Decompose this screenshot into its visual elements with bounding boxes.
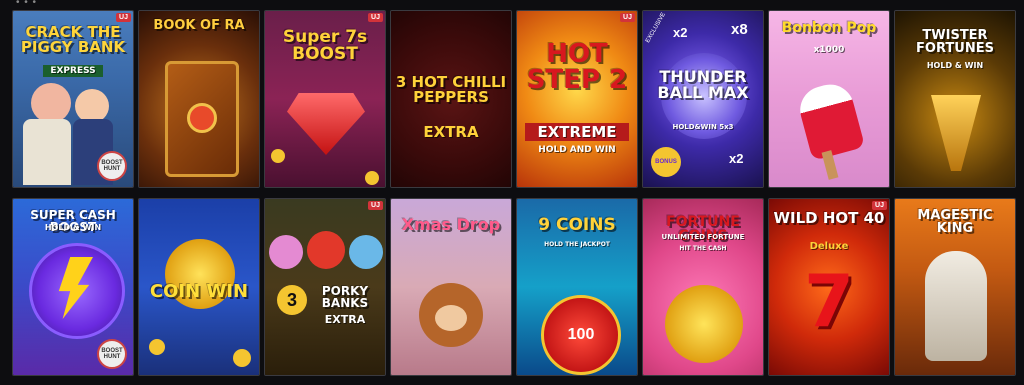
game-title: Xmas Drop xyxy=(401,215,501,234)
game-tile-twister-fortunes[interactable]: TWISTER FORTUNES HOLD & WIN xyxy=(894,10,1016,188)
game-title: HOT STEP 2 xyxy=(526,39,628,95)
bonus-coin: BONUS xyxy=(651,147,681,177)
game-tile-3-porky-banks[interactable]: 3 PORKY BANKS EXTRA UJ xyxy=(264,198,386,376)
boost-hunt-logo: BOOST HUNT xyxy=(97,151,127,181)
game-title: THUNDER BALL MAX xyxy=(657,67,749,102)
uj-badge: UJ xyxy=(116,13,131,22)
game-title: COIN WIN xyxy=(149,281,249,302)
game-tile-coin-win[interactable]: COIN WIN xyxy=(138,198,260,376)
game-tile-bonbon-pop[interactable]: Bonbon Pop x1000 xyxy=(768,10,890,188)
game-tile-thunder-ball-max[interactable]: EXCLUSIVE x2 x8 x2 THUNDER BALL MAX HOLD… xyxy=(642,10,764,188)
game-subtitle: x1000 xyxy=(813,45,845,55)
game-tile-crack-the-piggy-bank[interactable]: CRACK THE PIGGY BANK EXPRESS BOOST HUNT … xyxy=(12,10,134,188)
game-subtitle: HOLD & WIN xyxy=(44,223,102,232)
game-title: 9 COINS xyxy=(538,215,616,235)
game-tile-super-cash-boost[interactable]: SUPER CASH BOOST HOLD & WIN BOOST HUNT xyxy=(12,198,134,376)
game-subtitle: EXTREME xyxy=(525,123,629,141)
jackpot-coin: 100 xyxy=(541,295,621,375)
uj-badge: UJ xyxy=(620,13,635,22)
game-tile-3-hot-chilli-peppers[interactable]: 3 HOT CHILLI PEPPERS EXTRA xyxy=(390,10,512,188)
boost-hunt-logo: BOOST HUNT xyxy=(97,339,127,369)
game-title: TWISTER FORTUNES xyxy=(916,28,994,56)
game-title: Super 7s BOOST xyxy=(282,27,368,64)
game-tile-fortune-coins[interactable]: FORTUNE COINS UNLIMITED FORTUNE HIT THE … xyxy=(642,198,764,376)
game-title: CRACK THE PIGGY BANK xyxy=(20,23,126,56)
game-tile-book-of-ra[interactable]: BOOK OF RA xyxy=(138,10,260,188)
game-title: BOOK OF RA xyxy=(153,18,245,33)
game-subtitle: EXTRA xyxy=(324,313,366,326)
game-grid: CRACK THE PIGGY BANK EXPRESS BOOST HUNT … xyxy=(12,10,1016,376)
game-subtitle: HOLD THE JACKPOT xyxy=(544,241,610,248)
game-tile-wild-hot-40-deluxe[interactable]: WILD HOT 40 Deluxe 7 UJ xyxy=(768,198,890,376)
multiplier-label: x2 xyxy=(673,25,688,40)
game-tagline: HOLD AND WIN xyxy=(538,145,616,155)
game-title: Bonbon Pop xyxy=(781,20,877,36)
game-subtitle: EXTRA xyxy=(423,123,479,141)
multiplier-label: x2 xyxy=(729,151,744,166)
uj-badge: UJ xyxy=(368,13,383,22)
game-subtitle: UNLIMITED FORTUNE xyxy=(661,233,745,241)
game-title: WILD HOT 40 xyxy=(773,209,885,227)
game-title: 3 HOT CHILLI PEPPERS xyxy=(395,73,507,106)
game-title: PORKY BANKS xyxy=(321,284,369,310)
game-tagline: HIT THE CASH xyxy=(679,245,727,252)
game-tile-9-coins[interactable]: 9 COINS HOLD THE JACKPOT 100 xyxy=(516,198,638,376)
game-subtitle: HOLD&WIN 5x3 xyxy=(672,123,734,131)
game-tile-xmas-drop[interactable]: Xmas Drop xyxy=(390,198,512,376)
game-subtitle: Deluxe xyxy=(809,241,849,252)
overflow-indicator: • • • xyxy=(16,0,38,8)
seven-symbol: 7 xyxy=(803,259,855,343)
game-subtitle: EXPRESS xyxy=(43,65,103,77)
uj-badge: UJ xyxy=(368,201,383,210)
number-badge: 3 xyxy=(277,285,307,315)
multiplier-label: x8 xyxy=(731,21,748,38)
game-tile-hot-step-2[interactable]: HOT STEP 2 EXTREME HOLD AND WIN UJ xyxy=(516,10,638,188)
game-title: MAGESTIC KING xyxy=(917,208,993,236)
game-tile-majestic-king[interactable]: MAGESTIC KING xyxy=(894,198,1016,376)
uj-badge: UJ xyxy=(872,201,887,210)
game-tile-super-7s-boost[interactable]: Super 7s BOOST UJ xyxy=(264,10,386,188)
game-subtitle: HOLD & WIN xyxy=(926,61,984,70)
